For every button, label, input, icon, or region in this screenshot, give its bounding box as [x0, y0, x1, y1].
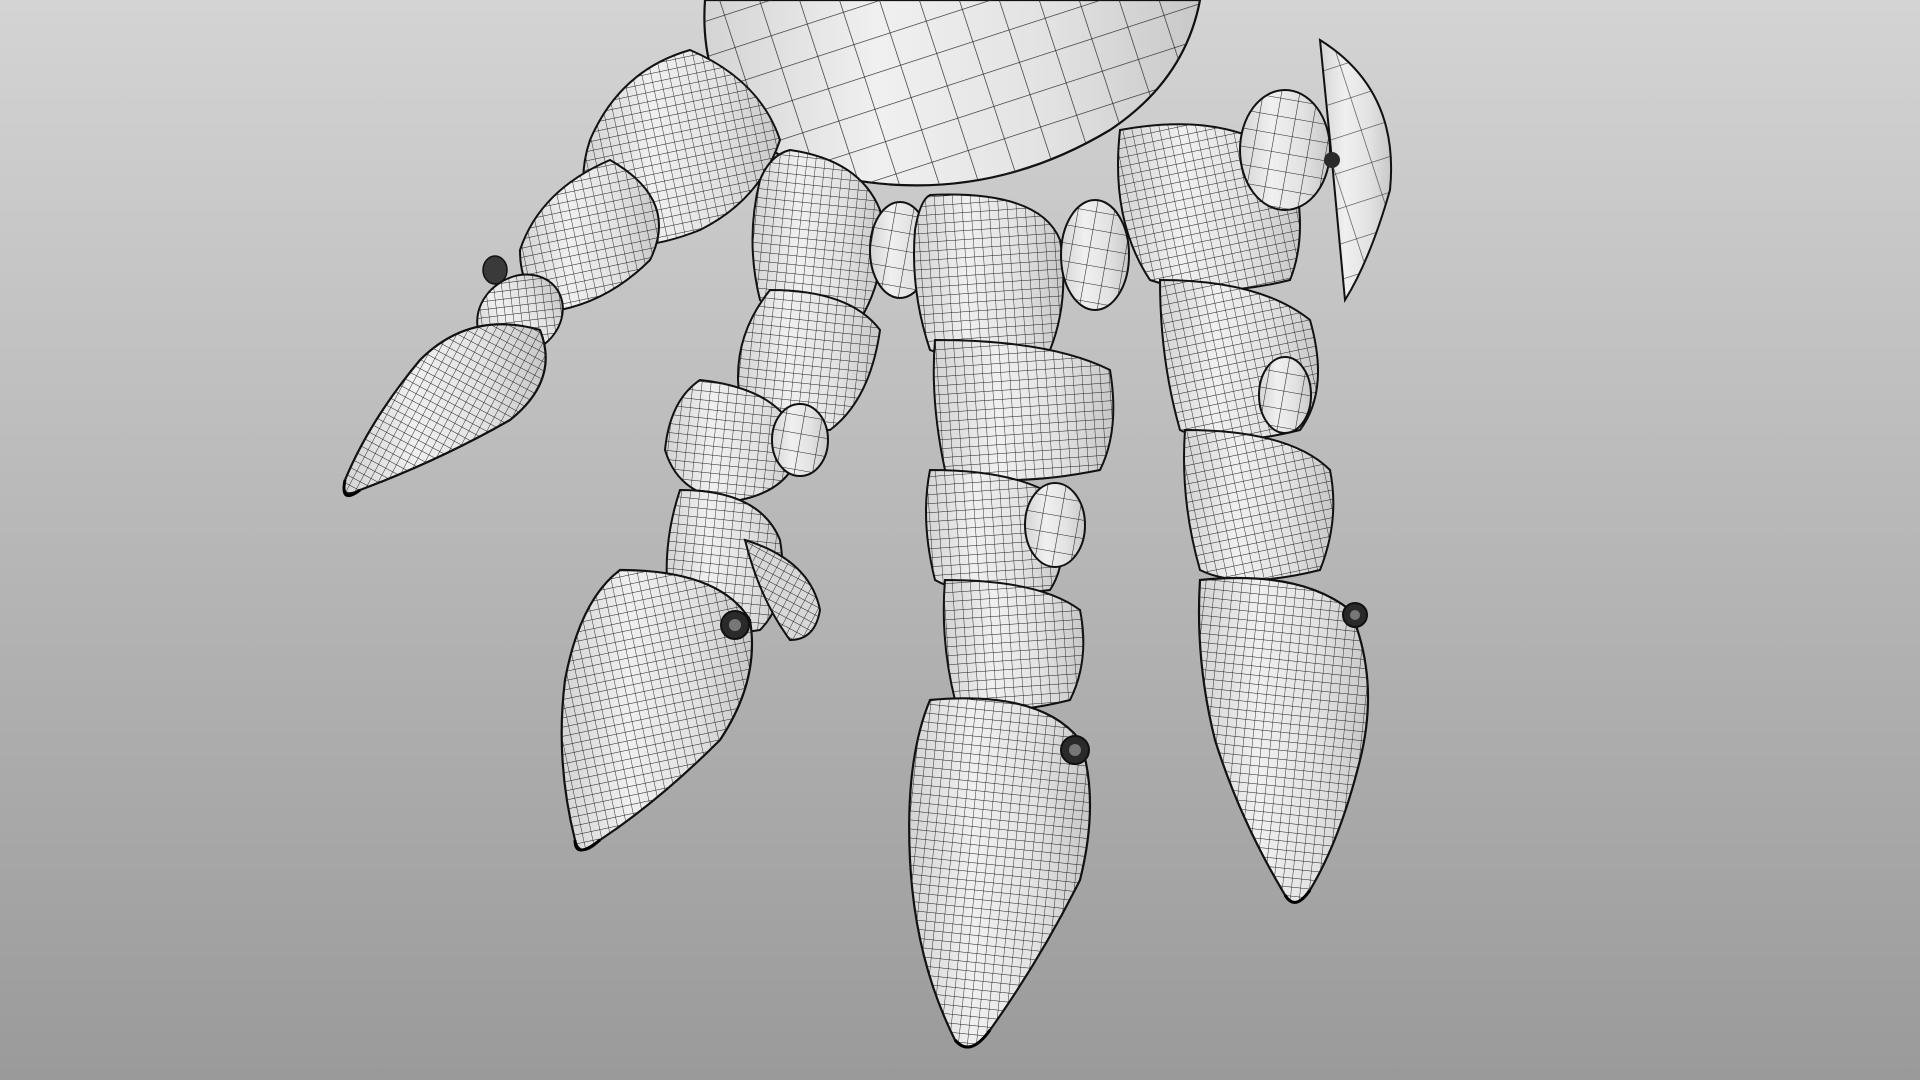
3d-viewport[interactable]	[0, 0, 1920, 1080]
viewport-render	[0, 0, 1920, 1080]
